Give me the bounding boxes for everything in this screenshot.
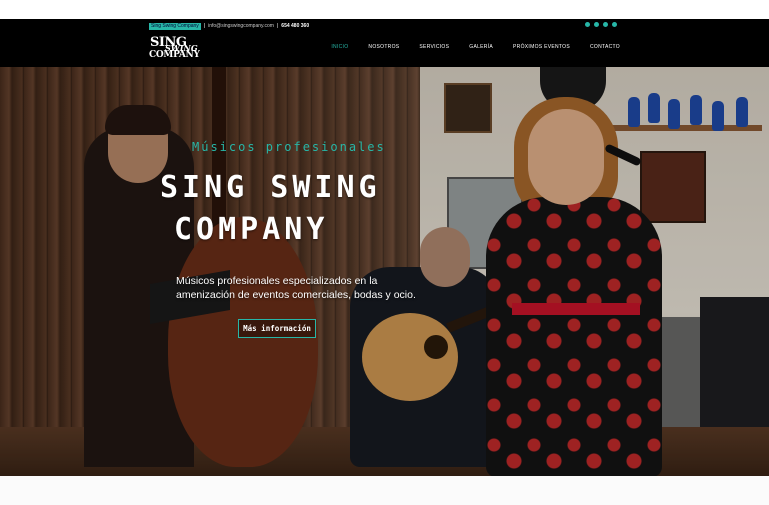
brand-tag: Sing Swing Company bbox=[149, 22, 201, 30]
youtube-icon[interactable] bbox=[603, 22, 608, 27]
next-section bbox=[0, 476, 769, 505]
hero-title-line-1: SING SWING bbox=[160, 170, 381, 205]
nav-item-proximos-eventos[interactable]: PRÓXIMOS EVENTOS bbox=[503, 43, 580, 51]
hero-subtitle: Músicos profesionales bbox=[192, 140, 386, 154]
social-links bbox=[585, 22, 617, 27]
hero-title: SING SWING COMPANY bbox=[160, 167, 381, 251]
site-logo[interactable]: SING SWING COMPANY bbox=[149, 36, 205, 62]
hero-banner: Músicos profesionales SING SWING COMPANY… bbox=[0, 67, 769, 476]
email-link[interactable]: info@singswingcompany.com bbox=[208, 23, 274, 29]
hero-overlay bbox=[0, 67, 769, 476]
nav-item-servicios[interactable]: SERVICIOS bbox=[409, 43, 459, 51]
nav-item-galeria[interactable]: GALERÍA bbox=[459, 43, 503, 51]
more-info-button[interactable]: Más información bbox=[238, 319, 316, 338]
phone-number[interactable]: 654 480 360 bbox=[281, 23, 309, 29]
nav-item-inicio[interactable]: INICIO bbox=[321, 43, 358, 51]
contact-line: Sing Swing Company | info@singswingcompa… bbox=[149, 22, 309, 30]
twitter-icon[interactable] bbox=[594, 22, 599, 27]
instagram-icon[interactable] bbox=[612, 22, 617, 27]
separator: | bbox=[276, 23, 279, 29]
nav-item-contacto[interactable]: CONTACTO bbox=[580, 43, 620, 51]
logo-line-3: COMPANY bbox=[149, 50, 200, 60]
main-nav: INICIO NOSOTROS SERVICIOS GALERÍA PRÓXIM… bbox=[321, 43, 620, 51]
facebook-icon[interactable] bbox=[585, 22, 590, 27]
separator: | bbox=[203, 23, 206, 29]
hero-title-line-2: COMPANY bbox=[174, 212, 329, 247]
top-header: Sing Swing Company | info@singswingcompa… bbox=[0, 19, 769, 67]
hero-description: Músicos profesionales especializados en … bbox=[176, 275, 416, 301]
nav-item-nosotros[interactable]: NOSOTROS bbox=[358, 43, 409, 51]
